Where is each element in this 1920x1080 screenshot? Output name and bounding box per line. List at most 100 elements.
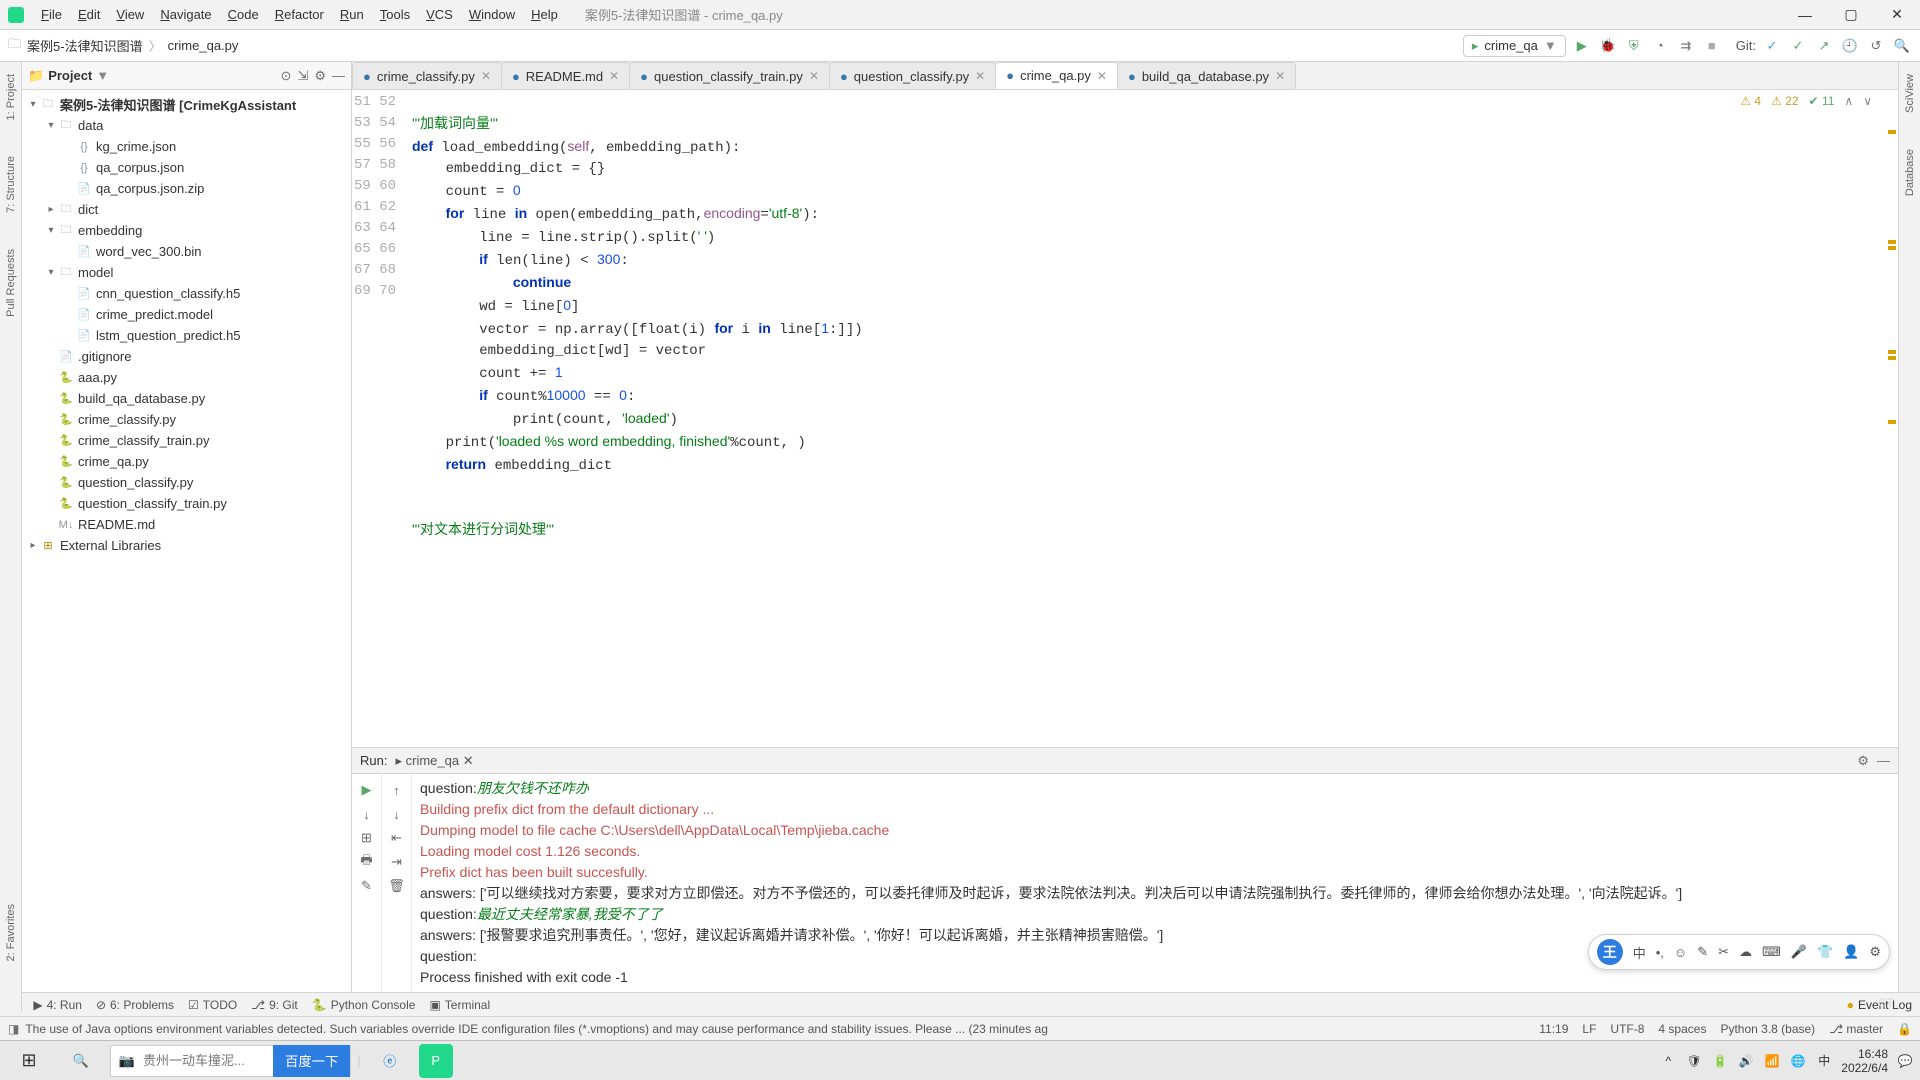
- weak-warnings-indicator[interactable]: ⚠ 22: [1771, 94, 1798, 108]
- error-stripe[interactable]: [1884, 90, 1896, 747]
- ime-settings-button[interactable]: ⚙: [1869, 944, 1881, 960]
- ime-keyboard-button[interactable]: ⌨: [1762, 944, 1781, 960]
- tree-item-data[interactable]: ▾🗀data: [22, 115, 351, 136]
- tree-item-lstm_question_predict-h5[interactable]: 📄lstm_question_predict.h5: [22, 325, 351, 346]
- tree-item-qa_corpus-json-zip[interactable]: 📄qa_corpus.json.zip: [22, 178, 351, 199]
- debug-button[interactable]: 🐞: [1598, 36, 1618, 56]
- toggle-soft-wrap-button[interactable]: ⊞: [357, 828, 377, 848]
- favorites-tool-tab[interactable]: 2: Favorites: [5, 896, 17, 969]
- hide-button[interactable]: —: [332, 68, 345, 84]
- indent-setting[interactable]: 4 spaces: [1658, 1022, 1706, 1036]
- tray-app-icon[interactable]: 🛡: [1685, 1054, 1703, 1068]
- close-tab-icon[interactable]: ✕: [609, 69, 619, 83]
- git-update-button[interactable]: ✓: [1762, 36, 1782, 56]
- tree-root[interactable]: 案例5-法律知识图谱 [CrimeKgAssistant: [60, 95, 296, 114]
- ime-edit-button[interactable]: ✎: [1697, 944, 1708, 960]
- menu-file[interactable]: File: [34, 4, 69, 25]
- search-button[interactable]: 🔍: [58, 1044, 104, 1078]
- coverage-button[interactable]: ⛨: [1624, 36, 1644, 56]
- git-history-button[interactable]: 🕘: [1840, 36, 1860, 56]
- sciview-tool-tab[interactable]: SciView: [1904, 66, 1916, 121]
- tree-item-question_classify_train-py[interactable]: 🐍question_classify_train.py: [22, 493, 351, 514]
- up-stack-button[interactable]: ↑: [387, 780, 407, 800]
- menu-edit[interactable]: Edit: [71, 4, 107, 25]
- tab-crime_qa-py[interactable]: ●crime_qa.py✕: [995, 62, 1118, 89]
- tree-item-crime_classify-py[interactable]: 🐍crime_classify.py: [22, 409, 351, 430]
- print-button[interactable]: 🖶: [357, 852, 377, 872]
- close-button[interactable]: ✕: [1874, 0, 1920, 30]
- status-icon[interactable]: ◨: [8, 1022, 19, 1036]
- menu-window[interactable]: Window: [462, 4, 522, 25]
- menu-vcs[interactable]: VCS: [419, 4, 460, 25]
- tree-item-qa_corpus-json[interactable]: {}qa_corpus.json: [22, 157, 351, 178]
- breadcrumb-root[interactable]: 案例5-法律知识图谱: [27, 36, 143, 55]
- ime-floating-toolbar[interactable]: 王 中 •, ☺ ✎ ✂ ☁ ⌨ 🎤 👕 👤 ⚙: [1588, 934, 1890, 970]
- close-tab-icon[interactable]: ✕: [975, 69, 985, 83]
- tree-item-model[interactable]: ▾🗀model: [22, 262, 351, 283]
- ime-emoji-button[interactable]: ☺: [1674, 945, 1687, 960]
- run-settings-button[interactable]: ⚙: [1857, 753, 1869, 769]
- tray-up-icon[interactable]: ^: [1659, 1054, 1677, 1068]
- tree-item-kg_crime-json[interactable]: {}kg_crime.json: [22, 136, 351, 157]
- tree-item-crime_classify_train-py[interactable]: 🐍crime_classify_train.py: [22, 430, 351, 451]
- stop-button[interactable]: ■: [1702, 36, 1722, 56]
- tree-item-question_classify-py[interactable]: 🐍question_classify.py: [22, 472, 351, 493]
- run-config-selector[interactable]: ▸ crime_qa ▼: [1463, 35, 1566, 57]
- problems-tool-tab[interactable]: ⊘ 6: Problems: [96, 998, 174, 1012]
- menu-view[interactable]: View: [109, 4, 151, 25]
- run-button[interactable]: ▶: [1572, 36, 1592, 56]
- external-libraries[interactable]: External Libraries: [60, 538, 161, 553]
- close-tab-icon[interactable]: ✕: [1097, 69, 1107, 83]
- tree-item-cnn_question_classify-h5[interactable]: 📄cnn_question_classify.h5: [22, 283, 351, 304]
- notifications-icon[interactable]: 💬: [1896, 1054, 1914, 1068]
- breadcrumb[interactable]: 🗀 案例5-法律知识图谱 〉 crime_qa.py: [8, 35, 238, 57]
- menu-navigate[interactable]: Navigate: [153, 4, 218, 25]
- edge-icon[interactable]: ⓔ: [367, 1044, 413, 1078]
- structure-tool-tab[interactable]: 7: Structure: [5, 148, 17, 221]
- tab-question_classify-py[interactable]: ●question_classify.py✕: [829, 62, 996, 89]
- database-tool-tab[interactable]: Database: [1904, 141, 1916, 204]
- expand-all-button[interactable]: ⇲: [297, 68, 308, 84]
- project-tool-tab[interactable]: 1: Project: [5, 66, 17, 128]
- ime-lang-button[interactable]: 中: [1633, 943, 1646, 962]
- menu-tools[interactable]: Tools: [373, 4, 417, 25]
- scroll-to-end-button[interactable]: ⇤: [387, 828, 407, 848]
- pycharm-icon[interactable]: P: [419, 1044, 453, 1078]
- tray-wifi-icon[interactable]: 🌐: [1789, 1054, 1807, 1068]
- tab-README-md[interactable]: ●README.md✕: [501, 62, 630, 89]
- menu-refactor[interactable]: Refactor: [268, 4, 331, 25]
- readonly-lock-icon[interactable]: 🔒: [1897, 1022, 1912, 1036]
- tab-build_qa_database-py[interactable]: ●build_qa_database.py✕: [1117, 62, 1296, 89]
- run-tool-config[interactable]: ▸ crime_qa ✕: [395, 753, 473, 769]
- tree-item-README-md[interactable]: M↓README.md: [22, 514, 351, 535]
- camera-icon[interactable]: 📷: [111, 1053, 143, 1069]
- ime-user-button[interactable]: 👤: [1843, 944, 1859, 960]
- tray-battery-icon[interactable]: 🔋: [1711, 1054, 1729, 1068]
- ime-mic-button[interactable]: 🎤: [1791, 944, 1807, 960]
- tray-volume-icon[interactable]: 🔊: [1737, 1054, 1755, 1068]
- typos-indicator[interactable]: ✔ 11: [1809, 94, 1835, 108]
- git-commit-button[interactable]: ✓: [1788, 36, 1808, 56]
- search-everywhere-button[interactable]: 🔍: [1892, 36, 1912, 56]
- python-interpreter[interactable]: Python 3.8 (base): [1720, 1022, 1815, 1036]
- close-tab-icon[interactable]: ✕: [481, 69, 491, 83]
- tree-item-crime_qa-py[interactable]: 🐍crime_qa.py: [22, 451, 351, 472]
- git-tool-tab[interactable]: ⎇ 9: Git: [251, 998, 298, 1012]
- cursor-position[interactable]: 11:19: [1539, 1022, 1568, 1036]
- ime-shirt-button[interactable]: 👕: [1817, 944, 1833, 960]
- ime-punct-button[interactable]: •,: [1656, 945, 1664, 960]
- tree-item-crime_predict-model[interactable]: 📄crime_predict.model: [22, 304, 351, 325]
- next-highlight-button[interactable]: ∨: [1863, 94, 1872, 108]
- tree-item-build_qa_database-py[interactable]: 🐍build_qa_database.py: [22, 388, 351, 409]
- locate-file-button[interactable]: ⊙: [281, 68, 292, 84]
- search-input[interactable]: [143, 1047, 273, 1075]
- search-submit-button[interactable]: 百度一下: [273, 1045, 350, 1077]
- clear-all-button[interactable]: ⇥: [387, 852, 407, 872]
- taskbar-clock[interactable]: 16:48 2022/6/4: [1841, 1047, 1888, 1075]
- git-rollback-button[interactable]: ↺: [1866, 36, 1886, 56]
- tree-item-embedding[interactable]: ▾🗀embedding: [22, 220, 351, 241]
- tab-question_classify_train-py[interactable]: ●question_classify_train.py✕: [629, 62, 830, 89]
- todo-tool-tab[interactable]: ☑ TODO: [188, 998, 237, 1012]
- run-tool-tab[interactable]: ▶ 4: Run: [33, 998, 82, 1012]
- profile-button[interactable]: ◔: [1650, 36, 1670, 56]
